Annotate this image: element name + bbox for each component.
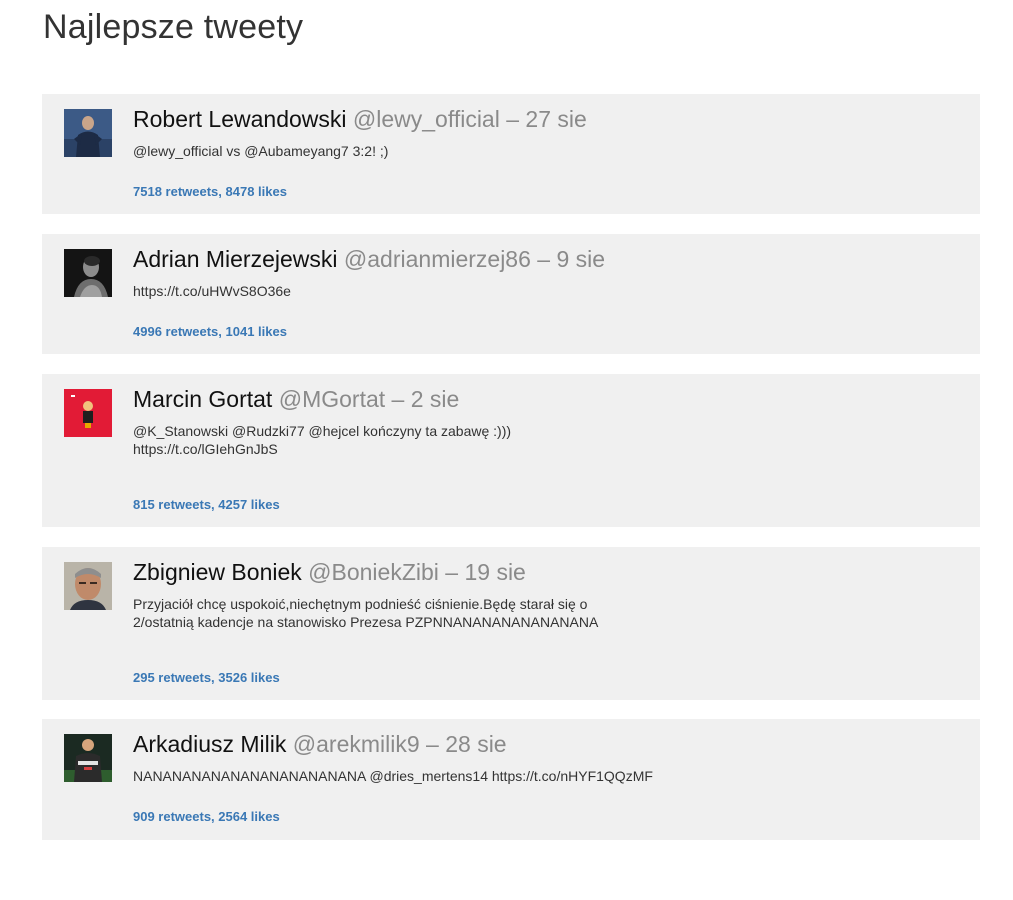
tweet-text: Przyjaciół chcę uspokoić,niechętnym podn… [133,596,599,630]
tweet-header: Arkadiusz Milik @arekmilik9 – 28 sie [133,730,950,758]
avatar[interactable] [64,249,112,297]
tweet-stats[interactable]: 295 retweets, 3526 likes [133,670,280,685]
tweet-date[interactable]: 2 sie [411,386,460,412]
tweet-date[interactable]: 27 sie [525,106,586,132]
separator: – [426,731,439,757]
author-name[interactable]: Adrian Mierzejewski [133,246,338,272]
tweet-stats[interactable]: 7518 retweets, 8478 likes [133,184,287,199]
author-name[interactable]: Arkadiusz Milik [133,731,286,757]
tweet-card: Adrian Mierzejewski @adrianmierzej86 – 9… [42,234,980,354]
avatar[interactable] [64,562,112,610]
tweet-text: https://t.co/uHWvS8O36e [133,283,291,299]
tweet-card: Arkadiusz Milik @arekmilik9 – 28 sie NAN… [42,719,980,840]
tweet-date[interactable]: 19 sie [464,559,525,585]
tweet-content: Adrian Mierzejewski @adrianmierzej86 – 9… [133,245,950,300]
tweet-header: Marcin Gortat @MGortat – 2 sie [133,385,950,413]
avatar[interactable] [64,109,112,157]
tweet-text: NANANANANANANANANANANANA @dries_mertens1… [133,768,653,784]
avatar[interactable] [64,734,112,782]
tweet-card: Zbigniew Boniek @BoniekZibi – 19 sie Prz… [42,547,980,700]
tweet-stats[interactable]: 815 retweets, 4257 likes [133,497,280,512]
tweet-card: Robert Lewandowski @lewy_official – 27 s… [42,94,980,214]
author-handle[interactable]: @adrianmierzej86 [344,246,531,272]
tweet-card: Marcin Gortat @MGortat – 2 sie @K_Stanow… [42,374,980,527]
author-handle[interactable]: @lewy_official [353,106,500,132]
tweet-content: Marcin Gortat @MGortat – 2 sie @K_Stanow… [133,385,950,458]
tweet-header: Robert Lewandowski @lewy_official – 27 s… [133,105,950,133]
tweet-date[interactable]: 9 sie [556,246,605,272]
separator: – [506,106,520,132]
page: Najlepsze tweety Robert Lewandowski @lew… [0,0,1013,900]
tweet-content: Robert Lewandowski @lewy_official – 27 s… [133,105,950,160]
author-handle[interactable]: @arekmilik9 [293,731,420,757]
avatar[interactable] [64,389,112,437]
tweet-stats[interactable]: 909 retweets, 2564 likes [133,809,280,824]
author-name[interactable]: Zbigniew Boniek [133,559,302,585]
separator: – [391,386,405,412]
separator: – [537,246,551,272]
separator: – [445,559,459,585]
tweet-text: @lewy_official vs @Aubameyang7 3:2! ;) [133,143,389,159]
tweet-header: Adrian Mierzejewski @adrianmierzej86 – 9… [133,245,950,273]
tweet-date[interactable]: 28 sie [445,731,506,757]
author-name[interactable]: Marcin Gortat [133,386,272,412]
tweet-content: Zbigniew Boniek @BoniekZibi – 19 sie Prz… [133,558,950,631]
tweet-text: @K_Stanowski @Rudzki77 @hejcel kończyny … [133,423,512,457]
tweet-content: Arkadiusz Milik @arekmilik9 – 28 sie NAN… [133,730,950,785]
author-handle[interactable]: @BoniekZibi [308,559,439,585]
tweet-header: Zbigniew Boniek @BoniekZibi – 19 sie [133,558,950,586]
page-title: Najlepsze tweety [43,8,304,46]
tweet-stats[interactable]: 4996 retweets, 1041 likes [133,324,287,339]
author-handle[interactable]: @MGortat [279,386,385,412]
author-name[interactable]: Robert Lewandowski [133,106,347,132]
